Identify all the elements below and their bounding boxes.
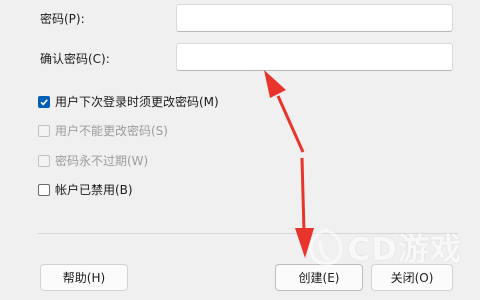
help-button[interactable]: 帮助(H)	[40, 264, 128, 291]
confirm-password-label: 确认密码(C):	[40, 52, 110, 66]
option-must-change-password[interactable]: 用户下次登录时须更改密码(M)	[38, 93, 219, 110]
option-password-never-expires[interactable]: 密码永不过期(W)	[38, 152, 148, 169]
watermark: CD游戏	[308, 224, 462, 269]
confirm-password-field[interactable]	[176, 43, 453, 71]
option-label: 密码永不过期(W)	[55, 154, 149, 168]
new-user-dialog: 密码(P): 确认密码(C): 用户下次登录时须更改密码(M) 用户不能更改密码…	[0, 0, 480, 300]
option-cannot-change-password[interactable]: 用户不能更改密码(S)	[38, 122, 168, 139]
watermark-text: CD游戏	[347, 232, 462, 268]
checkbox-icon[interactable]	[38, 154, 50, 167]
checkbox-checked-icon[interactable]	[38, 95, 50, 108]
option-label: 帐户已禁用(B)	[55, 183, 133, 197]
checkbox-icon[interactable]	[38, 183, 50, 196]
option-account-disabled[interactable]: 帐户已禁用(B)	[38, 181, 133, 198]
option-label: 用户下次登录时须更改密码(M)	[55, 95, 219, 109]
option-label: 用户不能更改密码(S)	[55, 124, 168, 138]
password-field[interactable]	[176, 4, 453, 32]
watermark-logo-icon	[309, 227, 343, 266]
arrow-to-confirm-field-icon	[264, 70, 305, 153]
checkbox-icon[interactable]	[38, 124, 50, 137]
password-label: 密码(P):	[40, 12, 85, 26]
